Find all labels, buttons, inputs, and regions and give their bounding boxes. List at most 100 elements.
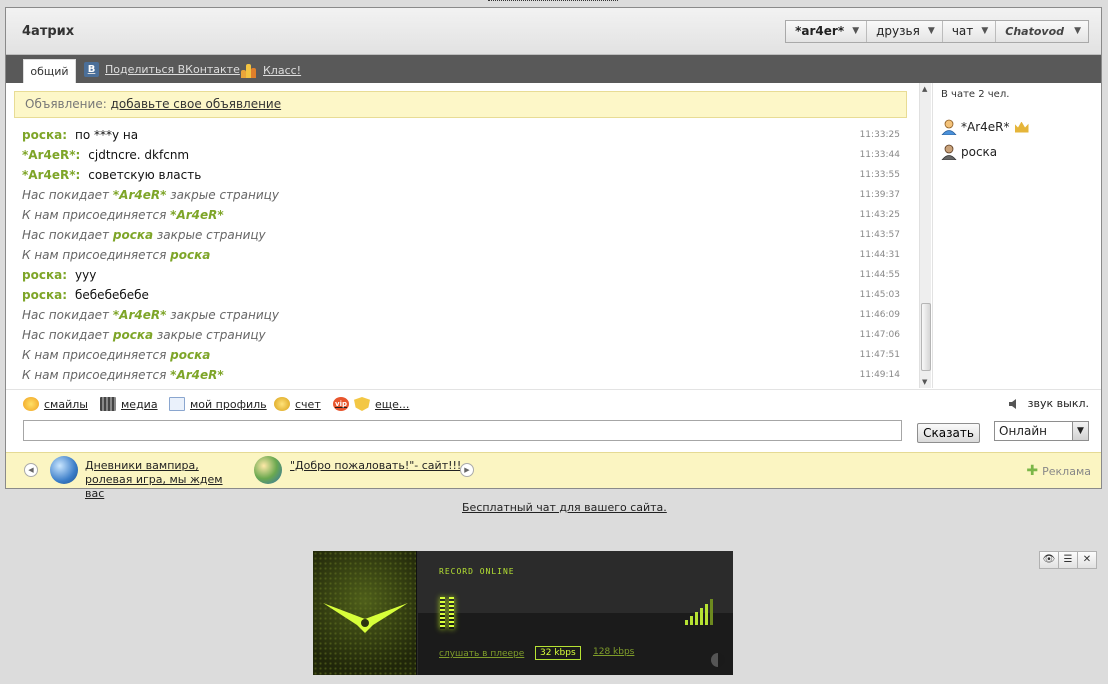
ad-bar: ◀ Дневники вампира, ролевая игра, мы жде… [6, 452, 1101, 500]
ad-next-button[interactable]: ▶ [460, 463, 474, 477]
menu-friends[interactable]: друзья ▼ [867, 21, 943, 42]
tab-general[interactable]: общий [23, 59, 76, 83]
add-announcement-link[interactable]: добавьте свое объявление [111, 97, 282, 111]
message-nick[interactable]: *Ar4eR* [170, 208, 223, 222]
share-ok-label: Класс! [263, 63, 302, 77]
message-system-pre: Нас покидает [22, 228, 110, 242]
shield-icon [354, 397, 370, 411]
bitrate-32-button[interactable]: 32 kbps [535, 646, 581, 660]
message-nick[interactable]: роска [113, 228, 153, 242]
chevron-down-icon[interactable]: ▼ [1072, 422, 1088, 440]
user-list-item[interactable]: роска [941, 144, 997, 160]
profile-button[interactable]: мой профиль [169, 397, 267, 411]
user-list-item[interactable]: *Ar4eR* [941, 119, 1029, 135]
signal-icon [685, 599, 715, 625]
list-icon[interactable]: ☰ [1058, 551, 1078, 569]
message-time: 11:43:25 [859, 210, 900, 220]
level-meter [440, 597, 458, 629]
menu-chat-label: чат [951, 24, 974, 38]
media-label: медиа [121, 397, 158, 411]
users-panel: В чате 2 чел. *Ar4eR* роска [932, 83, 1101, 388]
status-select[interactable]: Онлайн ▼ [994, 421, 1089, 441]
send-button[interactable]: Сказать [917, 423, 980, 443]
bitrate-128-button[interactable]: 128 kbps [589, 646, 638, 658]
messages-scrollbar[interactable]: ▲ ▼ [919, 83, 931, 388]
message-row: *Ar4eR*: советскую власть 11:33:55 [22, 165, 900, 185]
smileys-button[interactable]: смайлы [23, 397, 88, 411]
profile-label: мой профиль [190, 397, 267, 411]
message-row: роска: по ***у на 11:33:25 [22, 125, 900, 145]
message-nick[interactable]: роска: [22, 128, 67, 142]
message-time: 11:45:03 [859, 290, 900, 300]
media-button[interactable]: медиа [100, 397, 158, 411]
message-nick[interactable]: роска [170, 348, 210, 362]
message-nick[interactable]: *Ar4eR* [113, 188, 166, 202]
vip-icon: vip [333, 397, 349, 411]
message-system-pre: К нам присоединяется [22, 348, 167, 362]
sound-label: звук выкл. [1027, 397, 1089, 410]
message-text: по ***у на [75, 128, 139, 142]
menu-user-label: *ar4er* [795, 24, 845, 38]
share-vk-link[interactable]: B Поделиться ВКонтакте [84, 62, 240, 77]
free-chat-link[interactable]: Бесплатный чат для вашего сайта. [462, 501, 667, 514]
message-row: К нам присоединяется *Ar4eR* 11:49:14 [22, 365, 900, 385]
message-time: 11:46:09 [859, 310, 900, 320]
message-system-post: закрые страницу [156, 228, 266, 242]
message-nick[interactable]: *Ar4eR*: [22, 168, 80, 182]
message-nick[interactable]: роска [170, 248, 210, 262]
announcement-bar: Объявление: добавьте свое объявление [14, 91, 907, 118]
share-vk-label: Поделиться ВКонтакте [105, 63, 240, 76]
account-button[interactable]: счет [274, 397, 321, 411]
crown-icon [1014, 121, 1029, 133]
chat-widget: 4атрих *ar4er* ▼ друзья ▼ чат ▼ Chatovod ▼ о… [5, 7, 1102, 500]
menu-user[interactable]: *ar4er* ▼ [786, 21, 868, 42]
message-nick[interactable]: роска [113, 328, 153, 342]
ad-prev-button[interactable]: ◀ [24, 463, 38, 477]
sound-toggle[interactable]: звук выкл. [1008, 397, 1089, 410]
message-row: К нам присоединяется *Ar4eR* 11:43:25 [22, 205, 900, 225]
scroll-thumb[interactable] [921, 303, 931, 371]
message-nick[interactable]: роска: [22, 268, 67, 282]
message-text: бебебебебе [75, 288, 149, 302]
message-nick[interactable]: *Ar4eR* [113, 308, 166, 322]
menu-chat[interactable]: чат ▼ [943, 21, 997, 42]
message-system-pre: К нам присоединяется [22, 368, 167, 382]
message-nick[interactable]: *Ar4eR*: [22, 148, 80, 162]
ad-link-2[interactable]: "Добро пожаловать!"- сайт!!! [290, 459, 461, 473]
message-system-pre: К нам присоединяется [22, 248, 167, 262]
ad-link-1[interactable]: Дневники вампира, ролевая игра, мы ждем … [85, 459, 245, 501]
vip-button[interactable]: vip еще... [333, 397, 409, 411]
message-system-pre: Нас покидает [22, 188, 110, 202]
chat-toolbar: смайлы медиа мой профиль счет vip еще...… [6, 389, 1101, 417]
eye-icon[interactable]: 👁 [1039, 551, 1059, 569]
message-system-pre: Нас покидает [22, 328, 110, 342]
message-time: 11:44:55 [859, 270, 900, 280]
smiley-icon [23, 397, 39, 411]
user-icon [941, 144, 957, 160]
listen-in-player-link[interactable]: слушать в плеере [439, 649, 524, 659]
player-logo [313, 551, 417, 675]
share-ok-link[interactable]: Класс! [241, 62, 301, 78]
film-icon [100, 397, 116, 411]
message-time: 11:33:25 [859, 130, 900, 140]
message-input[interactable] [23, 420, 902, 441]
chat-titlebar: 4атрих *ar4er* ▼ друзья ▼ чат ▼ Chatovod ▼ [6, 8, 1101, 55]
message-row: Нас покидает роска закрые страницу 11:47:… [22, 325, 900, 345]
chevron-down-icon: ▼ [1074, 26, 1081, 36]
corner-toolbar: 👁 ☰ ✕ [1039, 551, 1097, 569]
users-count: В чате 2 чел. [941, 89, 1010, 100]
message-text: советскую власть [88, 168, 202, 182]
menu-brand[interactable]: Chatovod ▼ [996, 21, 1088, 42]
input-row: Сказать Онлайн ▼ [6, 417, 1101, 452]
ad-advertise-link[interactable]: ✚ Реклама [1026, 463, 1091, 479]
scroll-down-icon[interactable]: ▼ [922, 378, 927, 386]
scroll-up-icon[interactable]: ▲ [922, 85, 927, 93]
theme-toggle-icon[interactable] [711, 653, 725, 667]
plus-icon: ✚ [1026, 463, 1039, 479]
message-row: Нас покидает *Ar4eR* закрые страницу 11:4… [22, 305, 900, 325]
message-row: роска: ууу 11:44:55 [22, 265, 900, 285]
close-icon[interactable]: ✕ [1077, 551, 1097, 569]
message-nick[interactable]: роска: [22, 288, 67, 302]
user-icon [941, 119, 957, 135]
message-nick[interactable]: *Ar4eR* [170, 368, 223, 382]
